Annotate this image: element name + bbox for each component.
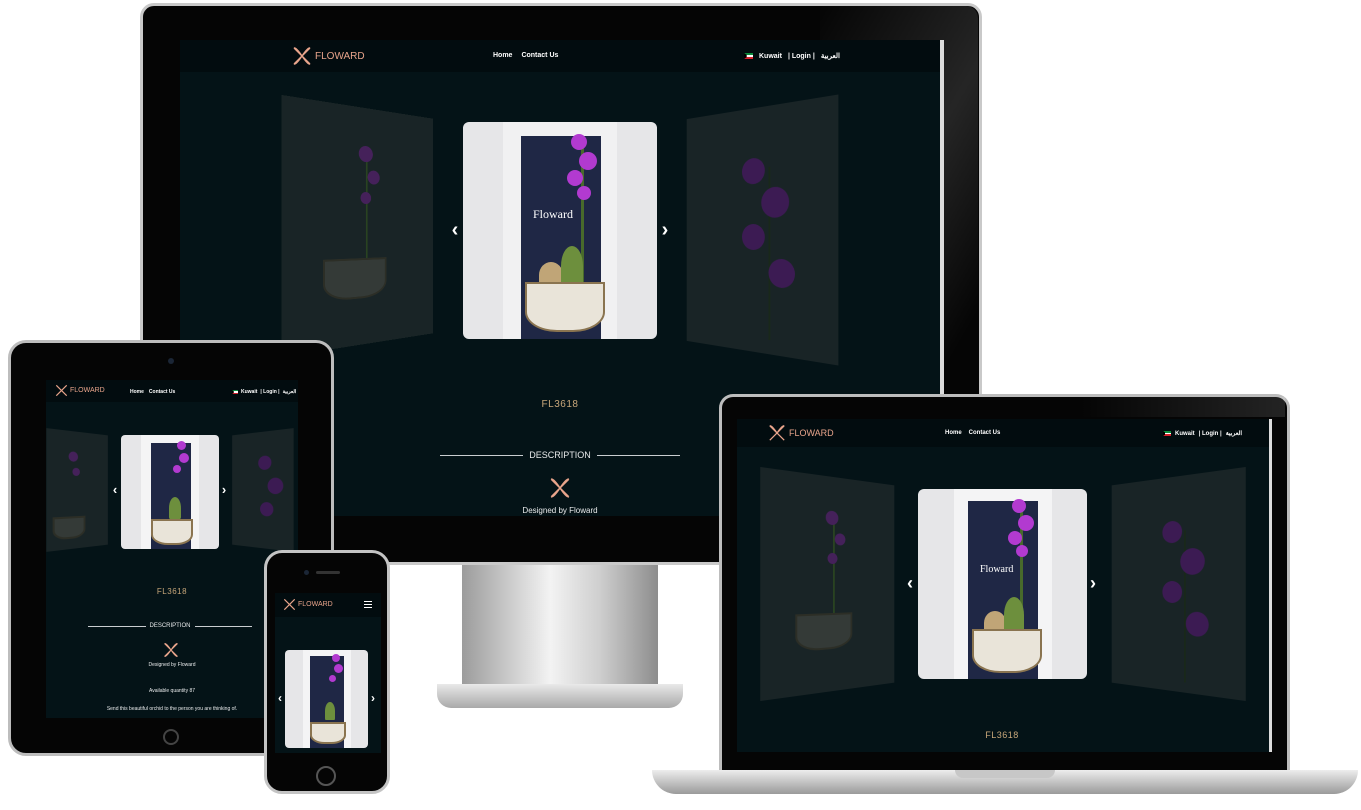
brand-name: FLOWARD	[298, 601, 333, 608]
carousel-active-slide[interactable]: Floward	[463, 122, 657, 339]
nav-contact-link[interactable]: Contact Us	[521, 52, 558, 59]
floward-emblem-icon	[550, 478, 570, 498]
nav-contact-link[interactable]: Contact Us	[149, 389, 175, 395]
tablet-next-button[interactable]: ›	[219, 481, 229, 497]
tablet-designed-by-text: Designed by Floward	[148, 662, 196, 668]
chevron-right-icon: ›	[661, 218, 669, 241]
monitor-base	[437, 684, 683, 708]
description-label: DESCRIPTION	[529, 450, 591, 460]
laptop-active-slide[interactable]: Floward	[918, 489, 1087, 679]
tablet-nav-right: Kuwait | Login | العربية	[232, 389, 296, 395]
login-link[interactable]: | Login |	[788, 53, 815, 60]
tablet-available-quantity: Available quantity 87	[148, 688, 196, 694]
tablet-product-code: FL3618	[156, 587, 188, 596]
laptop-nav-right: Kuwait | Login | العربية	[1163, 430, 1242, 437]
monitor-stand	[462, 565, 658, 687]
nav-home-link[interactable]: Home	[130, 389, 144, 395]
chevron-right-icon: ›	[221, 481, 227, 497]
carousel-next-slide[interactable]	[686, 94, 839, 366]
phone-screen: FLOWARD ‹ ›	[275, 593, 381, 753]
phone-prev-button[interactable]: ‹	[275, 691, 285, 705]
brand-name: FLOWARD	[315, 50, 365, 62]
chevron-left-icon: ‹	[278, 691, 282, 705]
laptop-navbar: FLOWARD Home Contact Us Kuwait | Login |…	[737, 419, 1272, 447]
laptop-brand-logo[interactable]: FLOWARD	[768, 424, 834, 442]
brand-name: FLOWARD	[70, 387, 105, 394]
tablet-prev-button[interactable]: ‹	[110, 481, 120, 497]
nav-right: Kuwait | Login | العربية	[744, 52, 840, 60]
country-selector[interactable]: Kuwait	[1175, 431, 1195, 437]
tablet-navbar: FLOWARD Home Contact Us Kuwait | Login |…	[46, 380, 298, 402]
tablet-next-slide[interactable]	[232, 428, 294, 552]
phone-home-button[interactable]	[316, 766, 336, 786]
laptop-prev-slide[interactable]	[760, 467, 895, 701]
laptop-screen: FLOWARD Home Contact Us Kuwait | Login |…	[737, 419, 1272, 752]
phone-brand-logo[interactable]: FLOWARD	[283, 598, 333, 611]
responsive-mockup: { "brand": { "name": "FLOWARD", "tagline…	[0, 0, 1361, 810]
apron-logo-text: Floward	[980, 564, 1014, 575]
tablet-brand-logo[interactable]: FLOWARD	[55, 384, 105, 397]
chevron-right-icon: ›	[371, 691, 375, 705]
country-selector[interactable]: Kuwait	[759, 53, 782, 60]
kuwait-flag-icon	[744, 53, 753, 59]
tablet-nav-links: Home Contact Us	[130, 389, 175, 395]
brand-logo[interactable]: FLOWARD	[292, 46, 365, 66]
laptop-next-slide[interactable]	[1111, 467, 1246, 701]
tablet-camera	[168, 358, 174, 364]
phone-next-button[interactable]: ›	[368, 691, 378, 705]
laptop-product-code: FL3618	[985, 730, 1019, 740]
carousel-prev-button[interactable]: ‹	[448, 218, 462, 241]
chevron-left-icon: ‹	[907, 572, 913, 593]
chevron-right-icon: ›	[1090, 572, 1096, 593]
kuwait-flag-icon	[232, 390, 238, 394]
tablet-active-slide[interactable]	[121, 435, 219, 549]
phone-active-slide[interactable]	[285, 650, 368, 748]
navbar: FLOWARD Home Contact Us Kuwait | Login |…	[180, 40, 944, 72]
laptop-nav-links: Home Contact Us	[945, 430, 1000, 436]
laptop-prev-button[interactable]: ‹	[904, 572, 916, 593]
carousel-prev-slide[interactable]	[281, 94, 434, 358]
laptop-glare	[1080, 397, 1285, 417]
phone-navbar: FLOWARD	[275, 593, 381, 617]
nav-home-link[interactable]: Home	[493, 52, 512, 59]
country-selector[interactable]: Kuwait	[241, 389, 257, 395]
chevron-left-icon: ‹	[451, 218, 459, 241]
nav-home-link[interactable]: Home	[945, 430, 962, 436]
chevron-left-icon: ‹	[112, 481, 118, 497]
language-toggle[interactable]: العربية	[821, 52, 840, 60]
floward-emblem-icon	[164, 643, 178, 657]
tablet-screen: FLOWARD Home Contact Us Kuwait | Login |…	[46, 380, 298, 718]
login-link[interactable]: | Login |	[1199, 431, 1222, 437]
tablet-home-button[interactable]	[163, 729, 179, 745]
product-code: FL3618	[541, 399, 579, 410]
laptop-scrollbar[interactable]	[1269, 419, 1272, 752]
phone-camera	[304, 570, 309, 575]
nav-links: Home Contact Us	[493, 52, 558, 59]
floward-logo-icon	[293, 47, 311, 65]
tablet-prev-slide[interactable]	[46, 428, 108, 552]
kuwait-flag-icon	[1163, 431, 1171, 436]
floward-logo-icon	[769, 425, 785, 441]
nav-contact-link[interactable]: Contact Us	[969, 430, 1001, 436]
login-link[interactable]: | Login |	[260, 389, 279, 395]
apron-logo-text: Floward	[533, 207, 573, 221]
tablet-description-heading: DESCRIPTION	[88, 623, 253, 629]
designed-by-text: Designed by Floward	[522, 506, 598, 515]
description-heading: DESCRIPTION	[440, 450, 681, 460]
tablet-summary-text: Send this beautiful orchid to the person…	[106, 706, 238, 712]
language-toggle[interactable]: العربية	[1226, 430, 1242, 437]
laptop-next-button[interactable]: ›	[1087, 572, 1099, 593]
floward-logo-icon	[283, 598, 296, 611]
hamburger-menu-icon[interactable]	[364, 601, 372, 608]
phone-speaker	[316, 571, 340, 574]
description-label: DESCRIPTION	[149, 623, 191, 629]
language-toggle[interactable]: العربية	[283, 389, 297, 395]
brand-name: FLOWARD	[789, 428, 834, 438]
laptop-notch	[955, 770, 1055, 778]
carousel-next-button[interactable]: ›	[658, 218, 672, 241]
floward-logo-icon	[55, 384, 68, 397]
